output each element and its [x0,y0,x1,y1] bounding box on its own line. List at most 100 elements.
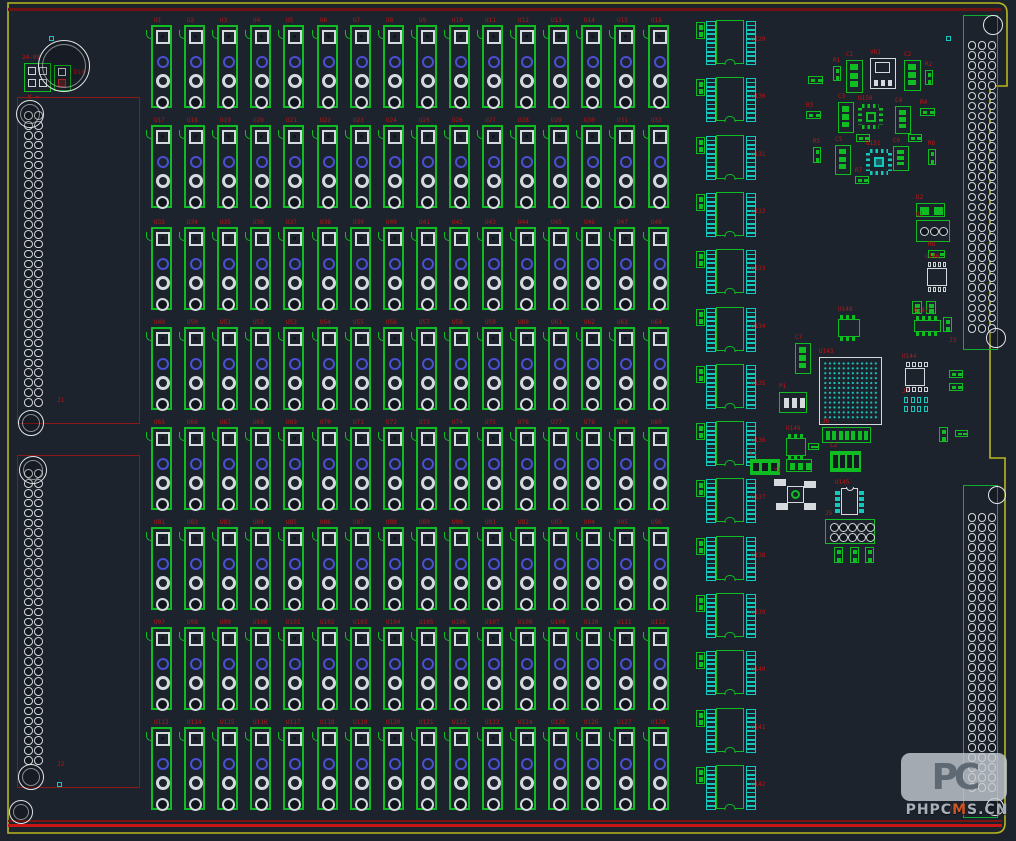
relay-footprint[interactable]: U117 [283,727,304,810]
relay-footprint[interactable]: U11 [482,25,503,108]
smd-cap3[interactable] [838,102,854,133]
soic-footprint[interactable]: U130 [696,77,758,124]
relay-footprint[interactable]: U61 [548,327,569,410]
relay-footprint[interactable]: U8 [383,25,404,108]
bypass-cap-footprint[interactable] [696,137,705,154]
relay-footprint[interactable]: U14 [581,25,602,108]
relay-footprint[interactable]: U50 [184,327,205,410]
relay-footprint[interactable]: U64 [648,327,669,410]
relay-footprint[interactable]: U106 [449,627,470,710]
relay-footprint[interactable]: U79 [614,427,635,510]
relay-footprint[interactable]: U80 [648,427,669,510]
relay-footprint[interactable]: U127 [614,727,635,810]
smd-soicc[interactable] [835,488,864,515]
relay-footprint[interactable]: U125 [548,727,569,810]
relay-footprint[interactable]: U17 [151,125,172,208]
relay-footprint[interactable]: U109 [548,627,569,710]
relay-footprint[interactable]: U112 [648,627,669,710]
relay-footprint[interactable]: U100 [250,627,271,710]
relay-footprint[interactable]: U26 [449,125,470,208]
relay-footprint[interactable]: U70 [317,427,338,510]
relay-footprint[interactable]: U102 [317,627,338,710]
soic-footprint[interactable]: U136 [696,421,758,468]
relay-footprint[interactable]: U28 [515,125,536,208]
smd-r2h[interactable] [908,134,922,142]
smd-hdrt[interactable] [902,397,929,413]
relay-footprint[interactable]: U92 [515,527,536,610]
relay-footprint[interactable]: U32 [648,125,669,208]
relay-footprint[interactable]: U77 [548,427,569,510]
relay-footprint[interactable]: U91 [482,527,503,610]
bypass-cap-footprint[interactable] [696,194,705,211]
smd-qfng[interactable] [858,104,883,129]
relay-footprint[interactable]: U34 [184,227,205,310]
relay-footprint[interactable]: U62 [581,327,602,410]
relay-footprint[interactable]: U105 [416,627,437,710]
relay-footprint[interactable]: U60 [515,327,536,410]
smd-r2h[interactable] [949,383,963,391]
relay-footprint[interactable]: U88 [383,527,404,610]
relay-footprint[interactable]: U46 [581,227,602,310]
relay-footprint[interactable]: U68 [250,427,271,510]
relay-footprint[interactable]: U98 [184,627,205,710]
relay-footprint[interactable]: U71 [350,427,371,510]
relay-footprint[interactable]: U81 [151,527,172,610]
smd-r2h[interactable] [806,111,821,119]
bypass-cap-footprint[interactable] [696,423,705,440]
relay-footprint[interactable]: U119 [350,727,371,810]
bypass-cap-footprint[interactable] [696,480,705,497]
relay-footprint[interactable]: U36 [250,227,271,310]
soic-footprint[interactable]: U140 [696,650,758,697]
relay-footprint[interactable]: U51 [217,327,238,410]
relay-footprint[interactable]: U63 [614,327,635,410]
smd-r2h[interactable] [920,108,935,116]
smd-cap3[interactable] [904,60,921,91]
relay-footprint[interactable]: U113 [151,727,172,810]
relay-footprint[interactable]: U115 [217,727,238,810]
smd-hdrg[interactable] [822,427,871,443]
smd-soicg[interactable] [786,434,806,460]
relay-footprint[interactable]: U76 [515,427,536,510]
relay-footprint[interactable]: U56 [383,327,404,410]
smd-reg[interactable] [870,58,896,89]
soic-footprint[interactable]: U137 [696,478,758,525]
relay-footprint[interactable]: U120 [383,727,404,810]
relay-footprint[interactable]: U89 [416,527,437,610]
relay-footprint[interactable]: U123 [482,727,503,810]
relay-footprint[interactable]: U124 [515,727,536,810]
relay-footprint[interactable]: U49 [151,327,172,410]
smd-cap3[interactable] [795,343,811,374]
relay-footprint[interactable]: U39 [350,227,371,310]
relay-footprint[interactable]: U24 [383,125,404,208]
relay-footprint[interactable]: U57 [416,327,437,410]
relay-footprint[interactable]: U122 [449,727,470,810]
smd-r2v[interactable] [925,70,933,85]
smd-xtal[interactable] [774,476,817,513]
soic-footprint[interactable]: U129 [696,20,758,67]
relay-footprint[interactable]: U23 [350,125,371,208]
soic-footprint[interactable]: U131 [696,135,758,182]
soic-footprint[interactable]: U135 [696,364,758,411]
relay-footprint[interactable]: U69 [283,427,304,510]
bypass-cap-footprint[interactable] [696,22,705,39]
relay-footprint[interactable]: U21 [283,125,304,208]
soic-footprint[interactable]: U142 [696,765,758,812]
relay-footprint[interactable]: U67 [217,427,238,510]
smd-p3w[interactable] [779,392,807,413]
relay-footprint[interactable]: U73 [416,427,437,510]
relay-footprint[interactable]: U16 [648,25,669,108]
relay-footprint[interactable]: U12 [515,25,536,108]
relay-footprint[interactable]: U47 [614,227,635,310]
relay-footprint[interactable]: U4 [250,25,271,108]
smd-r2v[interactable] [813,147,821,163]
relay-footprint[interactable]: U121 [416,727,437,810]
soic-footprint[interactable]: U134 [696,307,758,354]
relay-footprint[interactable]: U41 [416,227,437,310]
relay-footprint[interactable]: U66 [184,427,205,510]
smd-to3[interactable] [916,220,950,242]
relay-footprint[interactable]: U38 [317,227,338,310]
smd-hdr2x5[interactable] [825,519,875,544]
relay-footprint[interactable]: U118 [317,727,338,810]
relay-footprint[interactable]: U96 [648,527,669,610]
relay-footprint[interactable]: U93 [548,527,569,610]
